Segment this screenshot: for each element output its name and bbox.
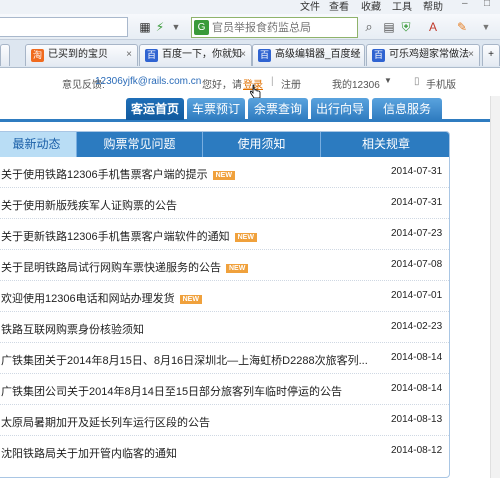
- qr-icon[interactable]: ▦: [137, 19, 153, 35]
- menu-favorites[interactable]: 收藏: [361, 0, 381, 13]
- notice-date: 2014-07-23: [391, 228, 443, 239]
- page-scrollbar[interactable]: [490, 96, 500, 478]
- notice-date: 2014-08-14: [391, 352, 443, 363]
- mobile-version-link[interactable]: 手机版: [426, 76, 456, 91]
- new-tab-button[interactable]: +: [482, 44, 500, 66]
- baidu-icon: 百: [145, 49, 158, 62]
- notice-title[interactable]: 广铁集团公司关于2014年8月14日至15日部分旅客列车临时停运的公告: [1, 383, 342, 399]
- menu-tools[interactable]: 工具: [392, 0, 412, 13]
- new-badge: NEW: [234, 232, 257, 242]
- notice-row[interactable]: 关于使用新版残疾军人证购票的公告 2014-07-31: [0, 188, 449, 219]
- close-icon[interactable]: ×: [240, 45, 246, 65]
- search-engine-icon[interactable]: G: [194, 20, 209, 35]
- browser-menubar: 文件 查看 收藏 工具 帮助 – □: [0, 0, 500, 14]
- notice-title[interactable]: 关于使用新版残疾军人证购票的公告: [1, 197, 177, 213]
- mobile-icon: ▯: [414, 76, 420, 87]
- notice-title[interactable]: 关于更新铁路12306手机售票客户端软件的通知 NEW: [1, 228, 257, 244]
- my-account-link[interactable]: 我的12306: [332, 76, 380, 91]
- lightning-icon[interactable]: ⚡: [152, 19, 168, 35]
- notice-row[interactable]: 欢迎使用12306电话和网站办理发货 NEW 2014-07-01: [0, 281, 449, 312]
- close-icon[interactable]: ×: [468, 45, 474, 65]
- tab-baidu[interactable]: 百 百度一下，你就知 ×: [139, 44, 252, 66]
- notice-title[interactable]: 铁路互联网购票身份核验须知: [1, 321, 144, 337]
- new-badge: NEW: [226, 263, 249, 273]
- tab-regulations[interactable]: 相关规章: [321, 132, 449, 157]
- search-icon[interactable]: ⌕: [361, 19, 377, 35]
- notice-row[interactable]: 太原局暑期加开及延长列车运行区段的公告 2014-08-13: [0, 405, 449, 436]
- chevron-down-icon[interactable]: ▼: [384, 76, 392, 85]
- notice-date: 2014-07-31: [391, 197, 443, 208]
- notice-title[interactable]: 太原局暑期加开及延长列车运行区段的公告: [1, 414, 210, 430]
- grid-icon[interactable]: ▤: [381, 19, 397, 35]
- search-box: G: [191, 17, 358, 38]
- menu-view[interactable]: 查看: [329, 0, 349, 13]
- notice-title[interactable]: 关于昆明铁路局试行网购车票快递服务的公告 NEW: [1, 259, 249, 275]
- feedback-email[interactable]: 12306yjfk@rails.com.cn: [95, 76, 201, 87]
- close-icon[interactable]: ×: [126, 45, 132, 65]
- new-badge: NEW: [212, 170, 235, 180]
- separator: |: [271, 76, 274, 87]
- shield-icon[interactable]: ⛨: [398, 19, 414, 35]
- notice-row[interactable]: 铁路互联网购票身份核验须知 2014-02-23: [0, 312, 449, 343]
- nav-travel-guide[interactable]: 出行向导: [311, 98, 369, 120]
- browser-tabbar: 淘 已买到的宝贝 × 百 百度一下，你就知 × 百 高级编辑器_百度经 × 百 …: [0, 40, 500, 68]
- nav-home[interactable]: 客运首页: [126, 98, 184, 120]
- greeting-text: 您好，请: [202, 80, 242, 91]
- more-icon[interactable]: ▼: [478, 19, 494, 35]
- baidu-icon: 百: [372, 49, 385, 62]
- browser-toolbar: ▦ ⚡ ▼ G ⌕ ▤ ⛨ A ✎ ▼: [0, 14, 500, 40]
- notice-date: 2014-07-01: [391, 290, 443, 301]
- main-nav: 客运首页 车票预订 余票查询 出行向导 信息服务: [0, 96, 500, 122]
- nav-info-service[interactable]: 信息服务: [372, 98, 442, 120]
- tab-cola-wings[interactable]: 百 可乐鸡翅家常做法 ×: [366, 44, 480, 66]
- tab-latest-news[interactable]: 最新动态: [0, 132, 77, 157]
- notice-date: 2014-02-23: [391, 321, 443, 332]
- notice-row[interactable]: 广铁集团关于2014年8月15日、8月16日深圳北—上海虹桥D2288次旅客列.…: [0, 343, 449, 374]
- search-input[interactable]: [212, 19, 347, 36]
- taobao-icon: 淘: [31, 49, 44, 62]
- tab-usage-notes[interactable]: 使用须知: [203, 132, 321, 157]
- menu-file[interactable]: 文件: [300, 0, 320, 13]
- nav-booking[interactable]: 车票预订: [187, 98, 245, 120]
- dropdown-icon[interactable]: ▼: [168, 19, 184, 35]
- notice-title[interactable]: 广铁集团关于2014年8月15日、8月16日深圳北—上海虹桥D2288次旅客列.…: [1, 352, 368, 368]
- notice-date: 2014-08-14: [391, 383, 443, 394]
- close-icon[interactable]: ×: [353, 45, 359, 65]
- tab-taobao[interactable]: 淘 已买到的宝贝 ×: [25, 44, 138, 66]
- tab-faq[interactable]: 购票常见问题: [77, 132, 203, 157]
- tab-partial[interactable]: [0, 44, 10, 66]
- maximize-button[interactable]: □: [484, 0, 490, 9]
- notice-title[interactable]: 沈阳铁路局关于加开管内临客的通知: [1, 445, 177, 461]
- notice-title[interactable]: 欢迎使用12306电话和网站办理发货 NEW: [1, 290, 202, 306]
- notice-date: 2014-07-08: [391, 259, 443, 270]
- notice-row[interactable]: 关于更新铁路12306手机售票客户端软件的通知 NEW 2014-07-23: [0, 219, 449, 250]
- notice-tabs: 最新动态 购票常见问题 使用须知 相关规章: [0, 132, 449, 157]
- address-field[interactable]: [0, 17, 128, 37]
- notice-date: 2014-08-12: [391, 445, 443, 456]
- tab-baidu-jingyan[interactable]: 百 高级编辑器_百度经 ×: [252, 44, 365, 66]
- notice-row[interactable]: 关于昆明铁路局试行网购车票快递服务的公告 NEW 2014-07-08: [0, 250, 449, 281]
- new-badge: NEW: [179, 294, 202, 304]
- notice-panel: 最新动态 购票常见问题 使用须知 相关规章 关于使用铁路12306手机售票客户端…: [0, 131, 450, 478]
- notice-row[interactable]: 广铁集团公司关于2014年8月14日至15日部分旅客列车临时停运的公告 2014…: [0, 374, 449, 405]
- notice-row[interactable]: 关于使用铁路12306手机售票客户端的提示 NEW 2014-07-31: [0, 157, 449, 188]
- notice-date: 2014-08-13: [391, 414, 443, 425]
- minimize-button[interactable]: –: [462, 0, 468, 9]
- nav-ticket-query[interactable]: 余票查询: [248, 98, 308, 120]
- notice-row[interactable]: 沈阳铁路局关于加开管内临客的通知 2014-08-12: [0, 436, 449, 467]
- extension-icon[interactable]: ✎: [454, 19, 470, 35]
- translate-icon[interactable]: A: [425, 19, 441, 35]
- menu-help[interactable]: 帮助: [423, 0, 443, 13]
- notice-date: 2014-07-31: [391, 166, 443, 177]
- baidu-icon: 百: [258, 49, 271, 62]
- register-link[interactable]: 注册: [281, 76, 301, 91]
- notice-title[interactable]: 关于使用铁路12306手机售票客户端的提示 NEW: [1, 166, 235, 182]
